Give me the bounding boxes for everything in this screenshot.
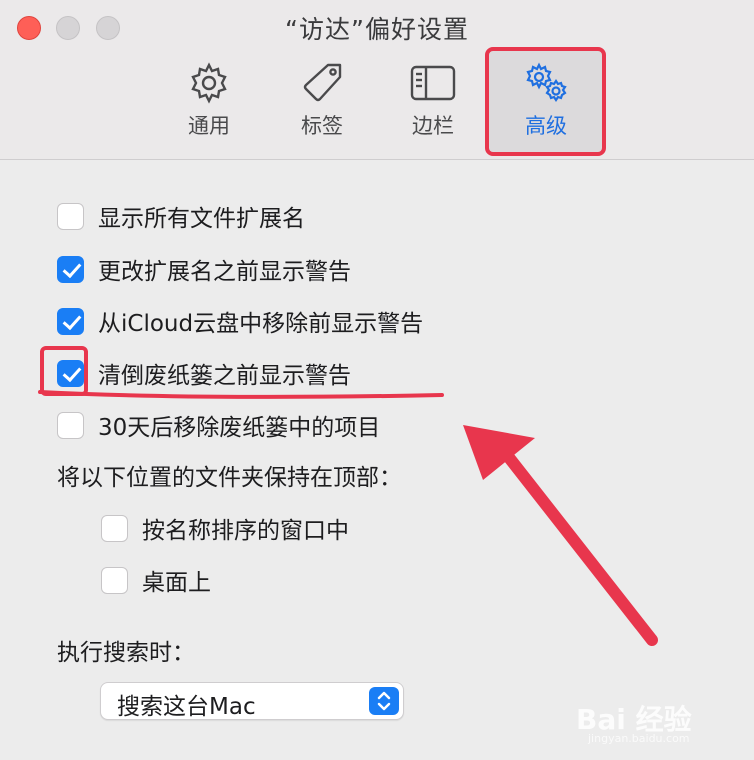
chevron-updown-icon <box>369 687 399 715</box>
tab-label-general: 通用 <box>188 114 230 138</box>
tag-icon <box>303 63 342 102</box>
option-label: 更改扩展名之前显示警告 <box>98 259 351 285</box>
tab-sidebar[interactable]: 边栏 <box>383 62 483 142</box>
option-label: 清倒废纸篓之前显示警告 <box>98 363 351 389</box>
sidebar-icon <box>410 65 456 101</box>
watermark-sub: jingyan.baidu.com <box>588 732 690 745</box>
tab-label-tags: 标签 <box>301 114 343 138</box>
option-warn-empty-trash[interactable]: 清倒废纸篓之前显示警告 <box>57 357 351 389</box>
toolbar: “访达”偏好设置 通用 标签 边栏 高级 <box>0 0 754 160</box>
option-label: 桌面上 <box>142 570 211 596</box>
keep-folders-heading: 将以下位置的文件夹保持在顶部： <box>57 465 402 491</box>
search-scope-select[interactable]: 搜索这台Mac <box>100 682 404 720</box>
tab-tags[interactable]: 标签 <box>272 62 372 142</box>
option-label: 按名称排序的窗口中 <box>142 518 349 544</box>
finder-preferences-window: “访达”偏好设置 通用 标签 边栏 高级 显示所有文件扩展名 更改扩展名之前显示… <box>0 0 754 760</box>
tab-label-sidebar: 边栏 <box>412 114 454 138</box>
advanced-settings-panel: 显示所有文件扩展名 更改扩展名之前显示警告 从iCloud云盘中移除前显示警告 … <box>0 161 754 760</box>
checkbox-warn-empty-trash[interactable] <box>57 359 84 387</box>
checkbox-warn-change-extension[interactable] <box>57 255 84 283</box>
annotation-highlight-tab <box>485 47 606 156</box>
checkbox-keep-folders-windows[interactable] <box>101 514 128 542</box>
option-warn-icloud-remove[interactable]: 从iCloud云盘中移除前显示警告 <box>57 305 423 337</box>
option-keep-folders-windows[interactable]: 按名称排序的窗口中 <box>101 512 349 544</box>
gear-icon <box>191 62 227 104</box>
option-label: 30天后移除废纸篓中的项目 <box>98 415 381 441</box>
checkbox-remove-trash-30days[interactable] <box>57 411 84 439</box>
checkbox-show-extensions[interactable] <box>57 202 84 230</box>
search-heading: 执行搜索时： <box>57 640 195 666</box>
search-scope-value: 搜索这台Mac <box>117 694 256 720</box>
window-title: “访达”偏好设置 <box>285 15 469 44</box>
option-keep-folders-desktop[interactable]: 桌面上 <box>101 564 211 596</box>
option-show-extensions[interactable]: 显示所有文件扩展名 <box>57 200 305 232</box>
option-warn-change-extension[interactable]: 更改扩展名之前显示警告 <box>57 253 351 285</box>
option-label: 显示所有文件扩展名 <box>98 206 305 232</box>
option-remove-trash-30days[interactable]: 30天后移除废纸篓中的项目 <box>57 409 380 441</box>
tab-general[interactable]: 通用 <box>159 62 259 142</box>
checkbox-keep-folders-desktop[interactable] <box>101 566 128 594</box>
checkbox-warn-icloud-remove[interactable] <box>57 307 84 335</box>
option-label: 从iCloud云盘中移除前显示警告 <box>98 311 424 337</box>
watermark: Bai 经验 jingyan.baidu.com <box>576 688 736 752</box>
